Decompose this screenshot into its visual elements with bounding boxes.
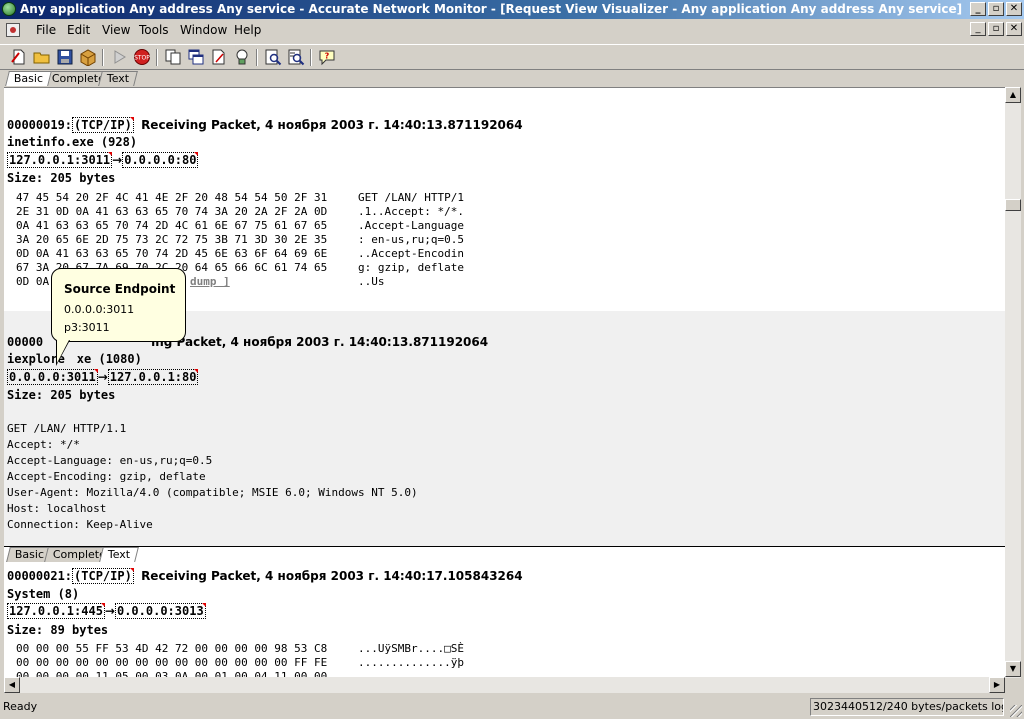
- packet-size: Size: 205 bytes: [7, 388, 116, 402]
- vertical-scrollbar[interactable]: ▲ ▼: [1005, 87, 1021, 678]
- process-name: inetinfo.exe (928): [7, 135, 138, 149]
- filter-icon[interactable]: [233, 48, 251, 66]
- tooltip-line: p3:3011: [64, 321, 110, 334]
- destination-endpoint[interactable]: 0.0.0.0:3013: [114, 603, 206, 619]
- status-text: Ready: [3, 700, 38, 713]
- endpoints: 0.0.0.0:3011 → 127.0.0.1:80: [7, 369, 199, 385]
- windows-icon[interactable]: [187, 48, 205, 66]
- tab-text[interactable]: Text: [98, 71, 139, 86]
- mdi-restore-button[interactable]: ▫: [988, 22, 1004, 36]
- scroll-left-button[interactable]: ◀: [4, 677, 20, 693]
- tab-basic[interactable]: Basic: [5, 71, 52, 86]
- new-icon[interactable]: [10, 48, 28, 66]
- edit-doc-icon[interactable]: [210, 48, 228, 66]
- toolbar-separator: [102, 49, 104, 66]
- toolbar-separator: [310, 49, 312, 66]
- document-icon[interactable]: [6, 23, 20, 37]
- more-dump-link[interactable]: dump ]: [190, 275, 230, 288]
- tooltip-pointer-fill: [57, 340, 69, 363]
- minimize-button[interactable]: _: [970, 2, 986, 16]
- tooltip-title: Source Endpoint: [64, 282, 176, 296]
- menu-help[interactable]: Help: [234, 23, 261, 37]
- play-icon[interactable]: [110, 48, 128, 66]
- menu-file[interactable]: File: [36, 23, 56, 37]
- source-endpoint[interactable]: 127.0.0.1:445: [7, 603, 105, 619]
- source-endpoint[interactable]: 127.0.0.1:3011: [7, 152, 113, 168]
- endpoint-tooltip: Source Endpoint 0.0.0.0:3011 p3:3011: [51, 268, 186, 342]
- destination-endpoint[interactable]: 0.0.0.0:80: [122, 152, 199, 168]
- open-icon[interactable]: [33, 48, 51, 66]
- packet-entry[interactable]: 00000021: (TCP/IP) Receiving Packet, 4 но…: [4, 564, 1005, 679]
- menu-bar: File Edit View Tools Window Help: [0, 20, 1024, 41]
- process-name: System (8): [7, 587, 80, 601]
- mdi-minimize-button[interactable]: _: [970, 22, 986, 36]
- status-bar: Ready 3023440512/240 bytes/packets logge…: [0, 697, 1024, 719]
- mdi-close-button[interactable]: ✕: [1006, 22, 1022, 36]
- title-bar: Any application Any address Any service …: [0, 0, 1024, 19]
- packet-text: GET /LAN/ HTTP/1.1 Accept: */* Accept-Lang…: [7, 422, 418, 531]
- process-name: iexplore xe (1080): [7, 352, 142, 366]
- menu-tools[interactable]: Tools: [139, 23, 169, 37]
- packet-view[interactable]: 00000019: (TCP/IP) Receiving Packet, 4 но…: [4, 87, 1005, 679]
- menu-window[interactable]: Window: [180, 23, 227, 37]
- toolbar-separator: [156, 49, 158, 66]
- scroll-up-button[interactable]: ▲: [1005, 87, 1021, 103]
- resize-grip[interactable]: [1010, 705, 1022, 717]
- destination-endpoint[interactable]: 127.0.0.1:80: [107, 369, 199, 385]
- toolbar: STOP ?: [0, 44, 1024, 70]
- svg-text:STOP: STOP: [134, 55, 150, 62]
- horizontal-scrollbar[interactable]: ◀ ▶: [4, 677, 1005, 693]
- endpoints: 127.0.0.1:445 → 0.0.0.0:3013: [7, 603, 206, 619]
- scroll-thumb[interactable]: [1005, 199, 1021, 211]
- endpoints: 127.0.0.1:3011 → 0.0.0.0:80: [7, 152, 199, 168]
- protocol-tag[interactable]: (TCP/IP): [72, 117, 134, 133]
- packets-logged-counter: 3023440512/240 bytes/packets logged: [810, 698, 1004, 716]
- tab-text[interactable]: Text: [99, 547, 140, 562]
- ascii-dump: GET /LAN/ HTTP/1.1..Accept: */*. .Accept-…: [358, 191, 464, 288]
- stop-icon[interactable]: STOP: [133, 48, 151, 66]
- find-next-icon[interactable]: [287, 48, 305, 66]
- packet-size: Size: 205 bytes: [7, 171, 116, 185]
- pane-divider[interactable]: [4, 546, 1005, 547]
- packet-header: 00000021: (TCP/IP) Receiving Packet, 4 но…: [7, 568, 523, 584]
- menu-edit[interactable]: Edit: [67, 23, 90, 37]
- scroll-down-button[interactable]: ▼: [1005, 661, 1021, 677]
- hex-dump: 00 00 00 55 FF 53 4D 42 72 00 00 00 00 9…: [16, 642, 328, 679]
- find-icon[interactable]: [264, 48, 282, 66]
- tip-icon[interactable]: ?: [318, 48, 336, 66]
- save-icon[interactable]: [56, 48, 74, 66]
- close-button[interactable]: ✕: [1006, 2, 1022, 16]
- source-endpoint[interactable]: 0.0.0.0:3011: [7, 369, 98, 385]
- packet-header: 00000019: (TCP/IP) Receiving Packet, 4 но…: [7, 117, 523, 133]
- svg-text:?: ?: [325, 52, 330, 61]
- mdi-controls: _ ▫ ✕: [968, 22, 1022, 36]
- scroll-right-button[interactable]: ▶: [989, 677, 1005, 693]
- window-title: Any application Any address Any service …: [20, 2, 963, 16]
- window-controls: _ ▫ ✕: [968, 2, 1022, 17]
- menu-view[interactable]: View: [102, 23, 130, 37]
- app-icon[interactable]: [2, 2, 16, 16]
- packet-entry[interactable]: 00000 ing Packet, 4 ноября 2003 г. 14:40:…: [4, 311, 1005, 546]
- ascii-dump: ...UÿSMBr....□SÈ ..............ÿþ: [358, 642, 464, 669]
- copy-icon[interactable]: [164, 48, 182, 66]
- toolbar-separator: [256, 49, 258, 66]
- maximize-button[interactable]: ▫: [988, 2, 1004, 16]
- protocol-tag[interactable]: (TCP/IP): [72, 568, 134, 584]
- package-icon[interactable]: [79, 48, 97, 66]
- tooltip-line: 0.0.0.0:3011: [64, 303, 135, 316]
- packet-size: Size: 89 bytes: [7, 623, 109, 637]
